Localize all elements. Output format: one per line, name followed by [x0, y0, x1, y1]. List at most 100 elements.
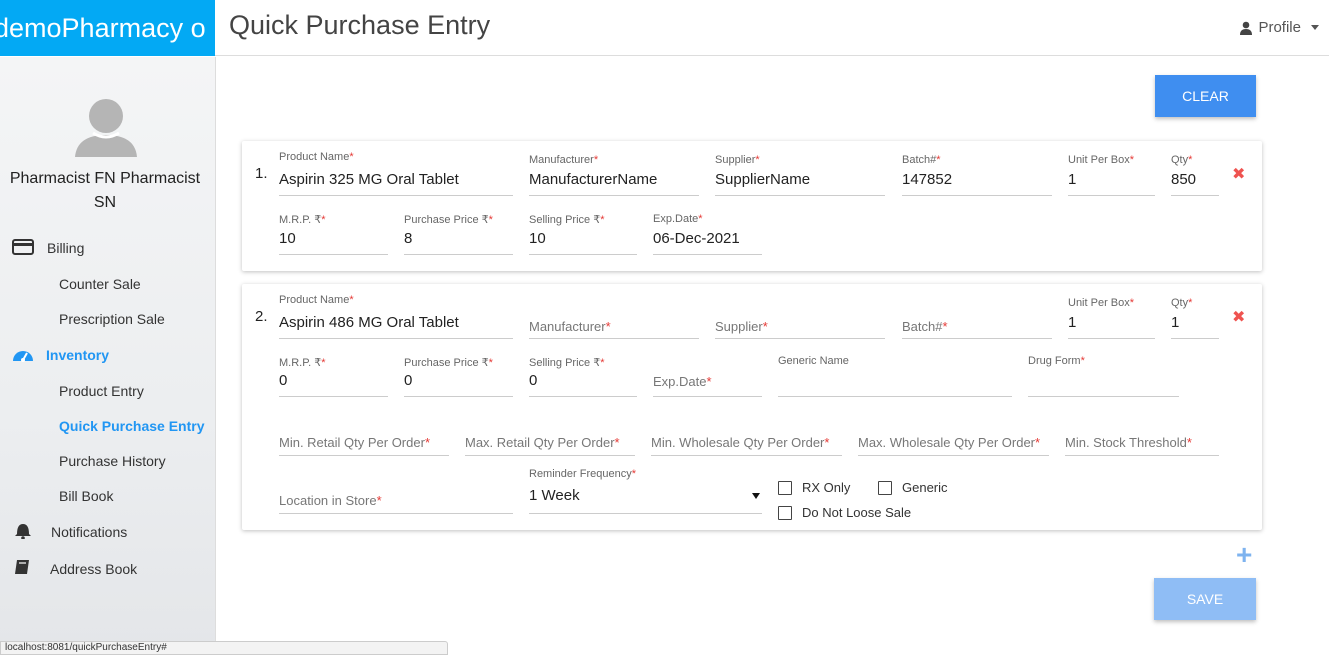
manufacturer-field[interactable]: Manufacturer*	[529, 297, 699, 339]
batch-label: Batch#	[902, 154, 937, 166]
min-stock-threshold-placeholder: Min. Stock Threshold	[1065, 435, 1187, 450]
rx-only-checkbox[interactable]: RX Only	[778, 480, 850, 495]
supplier-value: SupplierName	[715, 171, 811, 188]
generic-checkbox[interactable]: Generic	[878, 480, 948, 495]
supplier-field[interactable]: Supplier*	[715, 297, 885, 339]
unit-per-box-field[interactable]: Unit Per Box* 1	[1068, 297, 1155, 339]
product-name-field[interactable]: Product Name* Aspirin 325 MG Oral Tablet	[279, 151, 513, 196]
sidebar-item-bill-book[interactable]: Bill Book	[59, 488, 113, 504]
generic-label: Generic	[902, 480, 948, 495]
exp-date-field[interactable]: Exp.Date*	[653, 356, 762, 397]
location-in-store-field[interactable]: Location in Store*	[279, 490, 513, 514]
purchase-entry-card: 1. Product Name* Aspirin 325 MG Oral Tab…	[242, 141, 1262, 271]
selling-price-field[interactable]: Selling Price ₹* 0	[529, 356, 637, 397]
selling-price-value: 10	[529, 230, 546, 247]
chevron-down-icon	[1311, 25, 1319, 30]
selling-price-field[interactable]: Selling Price ₹* 10	[529, 213, 637, 255]
unit-per-box-value: 1	[1068, 314, 1077, 331]
sidebar-item-quick-purchase-entry[interactable]: Quick Purchase Entry	[59, 418, 205, 434]
brand-text: demoPharmacy o	[0, 13, 206, 43]
do-not-loose-sale-checkbox[interactable]: Do Not Loose Sale	[778, 505, 911, 520]
reminder-frequency-select[interactable]: Reminder Frequency* 1 Week	[529, 468, 762, 514]
min-retail-qty-placeholder: Min. Retail Qty Per Order	[279, 435, 425, 450]
sidebar-item-counter-sale[interactable]: Counter Sale	[59, 276, 141, 292]
manufacturer-field[interactable]: Manufacturer* ManufacturerName	[529, 154, 699, 196]
sidebar-item-prescription-sale[interactable]: Prescription Sale	[59, 311, 165, 327]
qty-label: Qty	[1171, 154, 1189, 166]
selling-price-label: Selling Price ₹	[529, 357, 601, 369]
batch-field[interactable]: Batch#* 147852	[902, 154, 1052, 196]
batch-field[interactable]: Batch#*	[902, 297, 1052, 339]
max-retail-qty-field[interactable]: Max. Retail Qty Per Order*	[465, 432, 635, 456]
entry-index: 1.	[255, 165, 268, 182]
user-icon	[1240, 21, 1253, 35]
min-retail-qty-field[interactable]: Min. Retail Qty Per Order*	[279, 432, 449, 456]
close-icon[interactable]: ✖	[1232, 164, 1245, 184]
exp-date-label: Exp.Date	[653, 213, 699, 225]
selling-price-label: Selling Price ₹	[529, 214, 601, 226]
min-wholesale-qty-field[interactable]: Min. Wholesale Qty Per Order*	[651, 432, 842, 456]
purchase-entry-card: 2. Product Name* Aspirin 486 MG Oral Tab…	[242, 284, 1262, 530]
close-icon[interactable]: ✖	[1232, 307, 1245, 327]
clear-button[interactable]: CLEAR	[1155, 75, 1256, 117]
user-name: Pharmacist FN Pharmacist SN	[9, 170, 201, 211]
book-icon	[15, 560, 29, 574]
manufacturer-label: Manufacturer	[529, 154, 594, 166]
sidebar-item-purchase-history[interactable]: Purchase History	[59, 453, 166, 469]
purchase-price-field[interactable]: Purchase Price ₹* 8	[404, 213, 513, 255]
purchase-price-value: 0	[404, 372, 413, 389]
max-retail-qty-placeholder: Max. Retail Qty Per Order	[465, 435, 615, 450]
reminder-frequency-value: 1 Week	[529, 487, 580, 504]
save-button[interactable]: SAVE	[1154, 578, 1256, 620]
mrp-field[interactable]: M.R.P. ₹* 10	[279, 213, 388, 255]
sidebar: Pharmacist FN Pharmacist SN Billing Coun…	[0, 57, 216, 650]
product-name-field[interactable]: Product Name* Aspirin 486 MG Oral Tablet	[279, 294, 513, 339]
exp-date-value: 06-Dec-2021	[653, 230, 740, 247]
min-wholesale-qty-placeholder: Min. Wholesale Qty Per Order	[651, 435, 825, 450]
generic-name-label: Generic Name	[778, 355, 849, 367]
unit-per-box-field[interactable]: Unit Per Box* 1	[1068, 154, 1155, 196]
do-not-loose-sale-label: Do Not Loose Sale	[802, 505, 912, 520]
credit-card-icon	[12, 239, 34, 255]
mrp-value: 10	[279, 230, 296, 247]
supplier-label: Supplier	[715, 154, 756, 166]
manufacturer-placeholder: Manufacturer	[529, 319, 606, 334]
mrp-label: M.R.P. ₹	[279, 357, 322, 369]
page-title: Quick Purchase Entry	[229, 10, 491, 40]
unit-per-box-label: Unit Per Box	[1068, 154, 1130, 166]
purchase-price-field[interactable]: Purchase Price ₹* 0	[404, 356, 513, 397]
product-name-label: Product Name	[279, 294, 350, 306]
min-stock-threshold-field[interactable]: Min. Stock Threshold*	[1065, 432, 1219, 456]
supplier-field[interactable]: Supplier* SupplierName	[715, 154, 885, 196]
dropdown-arrow-icon	[752, 493, 760, 499]
brand-logo[interactable]: demoPharmacy o	[0, 0, 215, 56]
sidebar-label-inventory: Inventory	[46, 347, 110, 363]
location-in-store-placeholder: Location in Store	[279, 493, 377, 508]
add-icon[interactable]: +	[1236, 541, 1252, 569]
generic-name-field[interactable]: Generic Name	[778, 355, 1012, 397]
exp-date-placeholder: Exp.Date	[653, 374, 707, 389]
batch-value: 147852	[902, 171, 953, 188]
purchase-price-label: Purchase Price ₹	[404, 357, 489, 369]
purchase-price-label: Purchase Price ₹	[404, 214, 489, 226]
product-name-label: Product Name	[279, 151, 350, 163]
mrp-field[interactable]: M.R.P. ₹* 0	[279, 356, 388, 397]
unit-per-box-label: Unit Per Box	[1068, 297, 1130, 309]
sidebar-item-product-entry[interactable]: Product Entry	[59, 383, 144, 399]
mrp-label: M.R.P. ₹	[279, 214, 322, 226]
batch-placeholder: Batch#	[902, 319, 943, 334]
drug-form-field[interactable]: Drug Form*	[1028, 355, 1179, 397]
max-wholesale-qty-field[interactable]: Max. Wholesale Qty Per Order*	[858, 432, 1049, 456]
entry-index: 2.	[255, 308, 268, 325]
product-name-value: Aspirin 486 MG Oral Tablet	[279, 314, 459, 331]
profile-menu[interactable]: Profile	[1240, 19, 1319, 36]
drug-form-label: Drug Form	[1028, 355, 1081, 367]
sidebar-label-notifications: Notifications	[51, 524, 128, 540]
qty-field[interactable]: Qty* 1	[1171, 297, 1219, 339]
exp-date-field[interactable]: Exp.Date* 06-Dec-2021	[653, 213, 762, 255]
reminder-frequency-label: Reminder Frequency	[529, 468, 632, 480]
selling-price-value: 0	[529, 372, 538, 389]
mrp-value: 0	[279, 372, 288, 389]
sidebar-label-billing: Billing	[47, 240, 85, 256]
qty-field[interactable]: Qty* 850	[1171, 154, 1219, 196]
